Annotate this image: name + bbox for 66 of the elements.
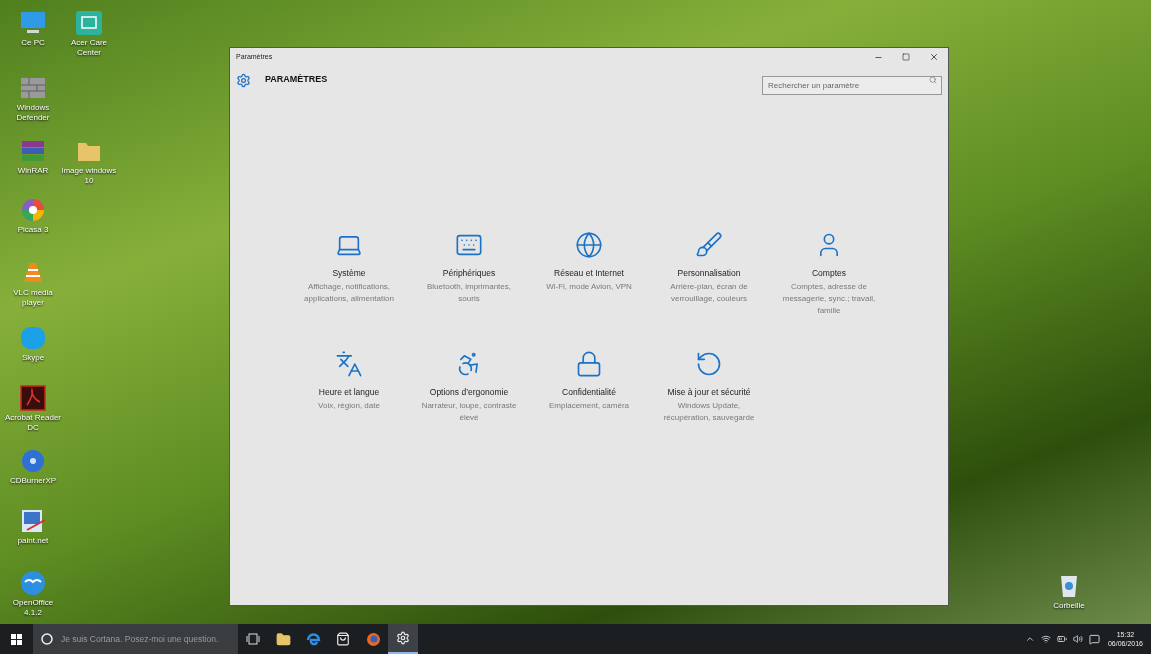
document-icon xyxy=(19,385,47,411)
category-description: Wi-Fi, mode Avion, VPN xyxy=(546,280,632,293)
category-title[interactable]: Personnalisation xyxy=(677,267,741,280)
picture-icon xyxy=(19,508,47,534)
category-description: Comptes, adresse de messagerie, sync.; travail, famille xyxy=(781,280,877,317)
shopping-bag-icon[interactable] xyxy=(336,632,350,646)
circle-icon xyxy=(41,633,53,645)
desktop-shortcut[interactable]: Corbeille xyxy=(1040,573,1098,611)
category-description: Voix, région, date xyxy=(318,399,380,412)
category-description: Emplacement, caméra xyxy=(549,399,629,412)
category-description: Windows Update, récupération, sauvegarde xyxy=(662,399,756,424)
wall-icon xyxy=(19,75,47,101)
category-title[interactable]: Confidentialité xyxy=(562,386,616,399)
desktop-shortcut[interactable]: Picasa 3 xyxy=(4,197,62,235)
search-icon xyxy=(929,75,937,84)
monitor-icon xyxy=(19,10,47,36)
notifications-icon[interactable] xyxy=(1088,633,1100,645)
desktop-shortcut[interactable]: paint.net xyxy=(4,508,62,546)
category-description: Bluetooth, imprimantes, souris xyxy=(425,280,512,305)
category-description: Affichage, notifications, applications, alimentation xyxy=(303,280,395,305)
desktop-shortcut[interactable]: Acrobat Reader DC xyxy=(4,385,62,433)
desktop-shortcut[interactable]: VLC media player xyxy=(4,260,62,308)
desktop-shortcut[interactable]: OpenOffice 4.1.2 xyxy=(4,570,62,618)
bird-icon xyxy=(19,570,47,596)
category-title[interactable]: Comptes xyxy=(812,267,846,280)
category-title[interactable]: Heure et langue xyxy=(318,386,380,399)
battery-icon[interactable] xyxy=(1056,634,1067,644)
desktop-shortcut[interactable]: Skype xyxy=(4,325,62,363)
windows-logo-icon xyxy=(11,633,22,645)
browser-icon[interactable] xyxy=(305,631,321,647)
category-description: Narrateur, loupe, contraste élevé xyxy=(420,399,518,424)
desktop-shortcut[interactable]: Ce PC xyxy=(4,10,62,48)
globe-icon[interactable] xyxy=(575,231,603,259)
category-title[interactable]: Système xyxy=(332,267,366,280)
speaker-icon[interactable] xyxy=(1072,634,1083,644)
close-icon xyxy=(929,52,939,62)
category-title[interactable]: Périphériques xyxy=(442,267,496,280)
settings-icon[interactable] xyxy=(396,631,410,645)
desktop-shortcut[interactable]: CDBurnerXP xyxy=(4,448,62,486)
page-header: PARAMÈTRES xyxy=(265,73,329,87)
app-tile-icon xyxy=(75,10,103,36)
cortana-search-field[interactable]: Je suis Cortana. Posez-moi une question. xyxy=(33,624,238,654)
desktop-shortcut[interactable]: Acer Care Center xyxy=(60,10,118,58)
desktop-shortcut[interactable]: Windows Defender xyxy=(4,75,62,123)
category-title[interactable]: Options d’ergonomie xyxy=(429,386,509,399)
category-description: Arrière-plan, écran de verrouillage, couleurs xyxy=(669,280,749,305)
chevron-up-icon[interactable] xyxy=(1024,634,1035,644)
pinwheel-icon xyxy=(19,197,47,223)
category-title[interactable]: Réseau et Internet xyxy=(554,267,624,280)
archive-icon xyxy=(19,138,47,164)
lock-icon[interactable] xyxy=(575,350,603,378)
category-title[interactable]: Mise à jour et sécurité xyxy=(667,386,751,399)
taskbar-app-button[interactable] xyxy=(388,624,418,654)
disc-icon xyxy=(19,448,47,474)
desktop-shortcut[interactable]: WinRAR xyxy=(4,138,62,176)
languages-icon[interactable] xyxy=(335,350,363,378)
brush-icon[interactable] xyxy=(695,231,723,259)
folder-icon[interactable] xyxy=(275,631,291,647)
settings-icon xyxy=(236,72,251,88)
search-field[interactable]: Rechercher un paramètre xyxy=(762,75,942,95)
wifi-icon[interactable] xyxy=(1040,634,1051,644)
refresh-icon[interactable] xyxy=(695,350,723,378)
desktop-shortcut[interactable]: image windows 10 xyxy=(60,138,118,186)
task-view-icon[interactable] xyxy=(246,633,260,645)
browser-icon[interactable] xyxy=(365,631,381,647)
maximize-icon xyxy=(902,53,910,61)
